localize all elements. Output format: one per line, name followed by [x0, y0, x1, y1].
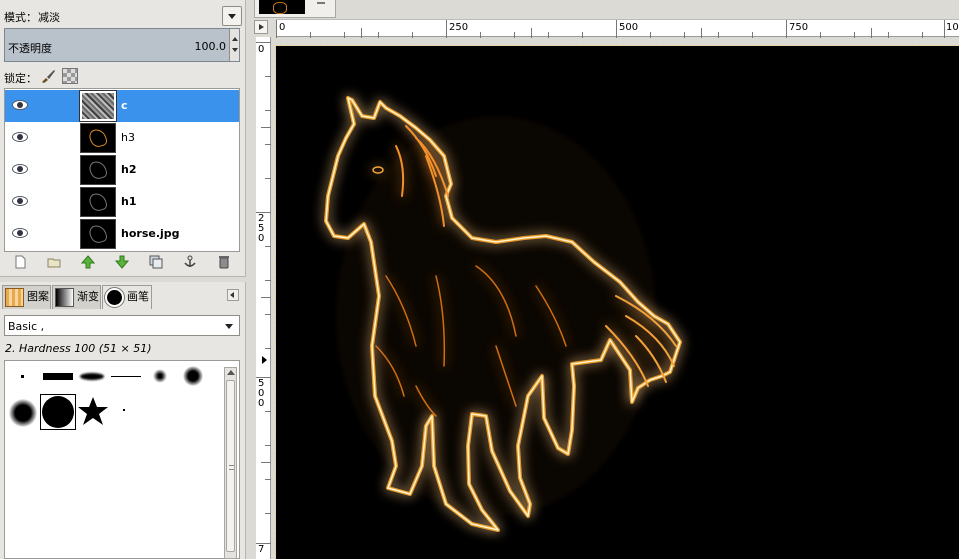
- visibility-eye-icon[interactable]: [12, 196, 28, 206]
- layer-thumbnail: [80, 219, 116, 249]
- layer-row-h3[interactable]: h3: [5, 122, 239, 154]
- mode-row: 模式： 减淡: [4, 6, 242, 26]
- visibility-eye-icon[interactable]: [12, 132, 28, 142]
- new-layer-icon[interactable]: [13, 255, 27, 269]
- brush-name: 2. Hardness 100 (51 × 51): [5, 342, 152, 355]
- brush-preset-select[interactable]: Basic ,: [4, 315, 240, 336]
- visibility-eye-icon[interactable]: [12, 228, 28, 238]
- opacity-value[interactable]: 100.0: [195, 40, 227, 53]
- hruler-label: 500: [619, 22, 639, 33]
- brush-dot[interactable]: [123, 409, 125, 411]
- brush-icon: [104, 287, 125, 308]
- brush-fuzzy-small[interactable]: [153, 369, 167, 383]
- mode-select[interactable]: 减淡: [38, 9, 60, 25]
- layer-name: h3: [121, 131, 135, 144]
- hruler-label: 100: [946, 22, 959, 33]
- brush-block[interactable]: [43, 373, 73, 380]
- image-tab-thumbnail: [259, 0, 305, 14]
- visibility-eye-icon[interactable]: [12, 164, 28, 174]
- lock-label: 锁定：: [4, 72, 37, 85]
- vruler-label: 0: [258, 44, 265, 55]
- layers-list: c h3 h2 h1 horse.jpg: [4, 88, 240, 252]
- hruler-label: 750: [789, 22, 809, 33]
- brush-preset-value: Basic ,: [8, 320, 45, 333]
- raise-layer-icon[interactable]: [80, 255, 96, 269]
- layer-row-c[interactable]: c: [5, 90, 239, 122]
- tab-label: 渐变: [77, 290, 99, 303]
- brush-grid: [4, 360, 240, 559]
- image-window: 0 250 500 750 100 0 250 500 7: [246, 0, 959, 559]
- layer-thumbnail: [79, 90, 117, 122]
- ruler-position-marker: [262, 356, 267, 364]
- spin-up-icon[interactable]: [232, 37, 238, 41]
- tab-label: 画笔: [127, 290, 149, 303]
- brush-pixel[interactable]: [21, 375, 24, 378]
- layer-name: h2: [121, 163, 137, 176]
- opacity-label: 不透明度: [8, 42, 52, 55]
- layer-row-h1[interactable]: h1: [5, 186, 239, 218]
- scrollbar-thumb[interactable]: [226, 380, 235, 552]
- layer-name: horse.jpg: [121, 227, 180, 240]
- duplicate-layer-icon[interactable]: [149, 255, 163, 269]
- lock-row: 锁定：: [4, 67, 242, 85]
- brush-fuzzy-medium[interactable]: [183, 366, 203, 386]
- tab-menu-icon[interactable]: [227, 289, 239, 301]
- vertical-ruler[interactable]: 0 250 500 7: [256, 37, 271, 559]
- layer-row-h2[interactable]: h2: [5, 154, 239, 186]
- navigate-menu-icon[interactable]: [254, 20, 268, 34]
- layer-toolbar: [4, 254, 240, 272]
- layer-name: c: [121, 99, 128, 112]
- layer-name: h1: [121, 195, 137, 208]
- lock-pixels-icon[interactable]: [40, 68, 56, 84]
- opacity-slider[interactable]: 不透明度 100.0: [4, 28, 240, 62]
- opacity-spinner[interactable]: [229, 29, 239, 61]
- layer-row-horse[interactable]: horse.jpg: [5, 218, 239, 250]
- vruler-label: 500: [258, 378, 265, 409]
- layer-thumbnail: [80, 187, 116, 217]
- glowing-horse-image: [324, 96, 682, 532]
- hruler-label: 250: [449, 22, 469, 33]
- brush-line[interactable]: [111, 376, 141, 377]
- visibility-eye-icon[interactable]: [12, 100, 28, 110]
- mode-label: 模式：: [4, 11, 37, 24]
- image-canvas[interactable]: [275, 45, 959, 559]
- spin-down-icon[interactable]: [232, 48, 238, 52]
- layers-dock: 模式： 减淡 不透明度 100.0 锁定： c h3 h2 h1 horse.j…: [0, 0, 246, 559]
- lock-alpha-icon[interactable]: [62, 68, 78, 84]
- brush-ellipse[interactable]: [80, 373, 104, 380]
- tab-patterns[interactable]: 图案: [2, 285, 51, 309]
- brush-hardness-100-selected[interactable]: [40, 394, 76, 430]
- pattern-icon: [5, 288, 24, 307]
- scroll-up-icon[interactable]: [227, 370, 235, 375]
- anchor-layer-icon[interactable]: [183, 255, 197, 269]
- delete-layer-icon[interactable]: [217, 255, 231, 269]
- brush-tabs: 图案 渐变 画笔: [0, 283, 246, 309]
- tab-gradients[interactable]: 渐变: [52, 285, 101, 309]
- tab-label: 图案: [27, 290, 49, 303]
- layer-group-icon[interactable]: [47, 255, 61, 269]
- layer-thumbnail: [80, 155, 116, 185]
- tab-brushes[interactable]: 画笔: [102, 285, 152, 309]
- brush-scrollbar[interactable]: [224, 367, 237, 559]
- canvas-area[interactable]: [274, 42, 959, 559]
- gradient-icon: [55, 288, 74, 307]
- horizontal-ruler[interactable]: 0 250 500 750 100: [276, 19, 959, 38]
- brush-fuzzy-large[interactable]: [9, 399, 37, 427]
- panel-separator[interactable]: [0, 276, 246, 282]
- image-tab[interactable]: [254, 0, 336, 18]
- close-icon[interactable]: [317, 2, 325, 4]
- brush-star[interactable]: [77, 395, 109, 427]
- mode-dropdown-icon[interactable]: [222, 6, 242, 26]
- layer-thumbnail: [80, 123, 116, 153]
- vruler-label: 250: [258, 213, 265, 244]
- hruler-label: 0: [279, 22, 286, 33]
- lower-layer-icon[interactable]: [114, 255, 130, 269]
- vruler-label: 7: [258, 544, 265, 555]
